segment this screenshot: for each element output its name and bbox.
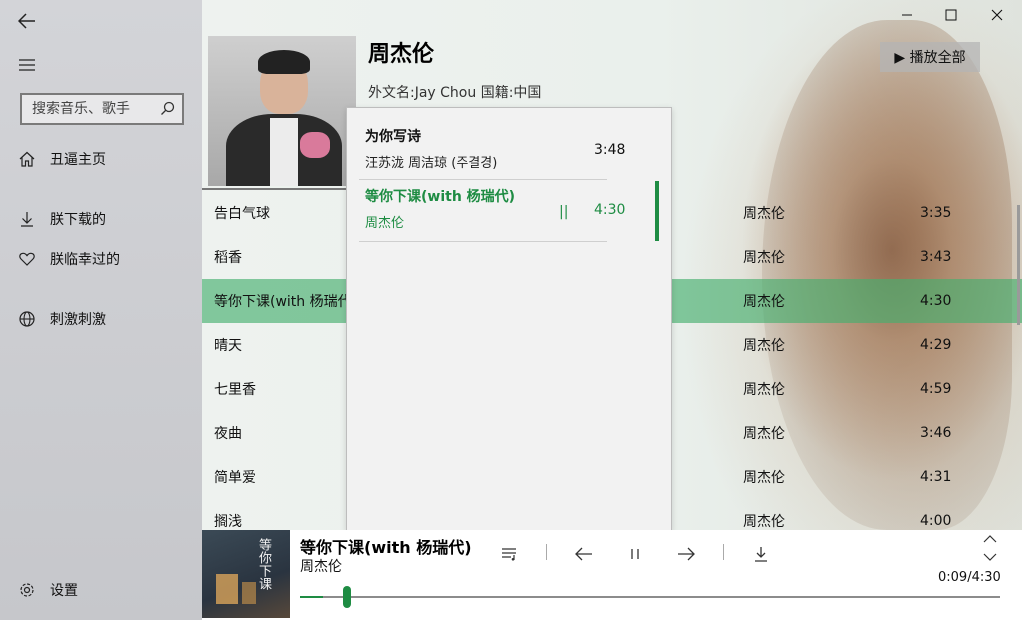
search-box[interactable]: [20, 93, 184, 125]
progress-fill: [300, 596, 323, 598]
hamburger-menu-button[interactable]: [14, 55, 40, 75]
player-bar: 等你下课 等你下课(with 杨瑞代) 周杰伦 0:09/4:30: [202, 530, 1022, 620]
expand-toggle[interactable]: [980, 534, 1000, 562]
artist-photo: [208, 36, 356, 186]
song-artist: 周杰伦: [743, 382, 785, 398]
song-title: 七里香: [214, 382, 256, 398]
minimize-button[interactable]: [884, 0, 930, 30]
download-button[interactable]: [746, 542, 776, 566]
song-duration: 3:43: [920, 249, 952, 265]
nav-item-home[interactable]: 丑逼主页: [0, 139, 202, 179]
chevron-up-icon[interactable]: [983, 534, 997, 543]
queue-item-title: 为你写诗: [365, 129, 421, 145]
queue-current-indicator: [655, 181, 659, 241]
nav-label-explore: 刺激刺激: [50, 312, 106, 328]
now-playing-artist: 周杰伦: [300, 559, 342, 575]
queue-item-artist: 周杰伦: [365, 216, 405, 231]
song-artist: 周杰伦: [743, 426, 785, 442]
nav-label-downloads: 朕下载的: [50, 212, 106, 228]
song-duration: 4:31: [920, 469, 952, 485]
nav-item-favorites[interactable]: 朕临幸过的: [0, 239, 202, 279]
queue-item-artist: 汪苏泷 周洁琼 (주결경): [365, 156, 498, 171]
hamburger-icon: [19, 59, 35, 71]
playlist-button[interactable]: [495, 542, 525, 566]
previous-arrow-icon: [575, 547, 592, 561]
back-arrow-icon: [18, 13, 35, 29]
queue-item-current[interactable]: 等你下课(with 杨瑞代) 周杰伦 4:30: [359, 180, 625, 242]
control-separator: [723, 544, 724, 560]
back-button[interactable]: [14, 9, 40, 33]
song-duration: 3:46: [920, 425, 952, 441]
nav-item-settings[interactable]: 设置: [0, 570, 202, 610]
artist-info: 外文名:Jay Chou 国籍:中国: [368, 85, 542, 101]
song-artist: 周杰伦: [743, 514, 785, 530]
song-title: 夜曲: [214, 426, 242, 442]
song-title: 晴天: [214, 338, 242, 354]
playback-time: 0:09/4:30: [938, 570, 1001, 585]
song-duration: 4:29: [920, 337, 952, 353]
progress-slider[interactable]: [300, 586, 1000, 608]
search-input[interactable]: [32, 101, 156, 117]
play-all-button[interactable]: ▶ 播放全部: [880, 42, 980, 72]
heart-icon: [18, 250, 36, 268]
nav-label-home: 丑逼主页: [50, 152, 106, 168]
chevron-down-icon[interactable]: [983, 553, 997, 562]
song-list-scrollbar[interactable]: [1017, 205, 1020, 325]
progress-thumb[interactable]: [343, 586, 351, 608]
nav-label-favorites: 朕临幸过的: [50, 252, 120, 268]
queue-item-title: 等你下课(with 杨瑞代): [365, 189, 516, 205]
song-title: 等你下课(with 杨瑞代: [214, 294, 352, 310]
song-title: 告白气球: [214, 206, 270, 222]
download-icon: [18, 210, 36, 228]
song-duration: 3:35: [920, 205, 952, 221]
nav-item-downloads[interactable]: 朕下载的: [0, 199, 202, 239]
maximize-icon: [945, 9, 957, 21]
globe-icon: [18, 310, 36, 328]
artist-name: 周杰伦: [368, 42, 435, 67]
song-title: 搁浅: [214, 514, 242, 530]
queue-item-duration: 3:48: [594, 142, 626, 158]
previous-button[interactable]: [569, 542, 599, 566]
queue-pause-icon[interactable]: ||: [559, 204, 568, 220]
gear-icon: [18, 581, 36, 599]
search-icon[interactable]: [160, 101, 176, 121]
song-artist: 周杰伦: [743, 338, 785, 354]
next-arrow-icon: [678, 547, 695, 561]
now-playing-title: 等你下课(with 杨瑞代): [300, 538, 472, 557]
play-queue-popup: 为你写诗 汪苏泷 周洁琼 (주결경) 3:48 等你下课(with 杨瑞代) 周…: [346, 107, 672, 531]
home-icon: [18, 150, 36, 168]
maximize-button[interactable]: [928, 0, 974, 30]
next-button[interactable]: [671, 542, 701, 566]
song-duration: 4:00: [920, 513, 952, 529]
album-cover[interactable]: 等你下课: [202, 530, 290, 618]
pause-icon: [631, 549, 639, 559]
queue-item-duration: 4:30: [594, 202, 626, 218]
minimize-icon: [902, 14, 912, 16]
sidebar: 丑逼主页 朕下载的 朕临幸过的 刺激刺激 设置: [0, 0, 202, 620]
song-title: 稻香: [214, 250, 242, 266]
nav-item-explore[interactable]: 刺激刺激: [0, 299, 202, 339]
control-separator: [546, 544, 547, 560]
queue-item[interactable]: 为你写诗 汪苏泷 周洁琼 (주결경) 3:48: [359, 120, 625, 180]
close-button[interactable]: [974, 0, 1020, 30]
pause-button[interactable]: [620, 542, 650, 566]
album-cover-text: 等你下课: [256, 538, 271, 590]
song-duration: 4:30: [920, 293, 952, 309]
nav-label-settings: 设置: [50, 583, 78, 599]
close-icon: [991, 9, 1003, 21]
song-title: 简单爱: [214, 470, 256, 486]
song-artist: 周杰伦: [743, 470, 785, 486]
song-artist: 周杰伦: [743, 250, 785, 266]
download-icon: [755, 547, 767, 562]
song-artist: 周杰伦: [743, 294, 785, 310]
playlist-icon: [502, 548, 516, 561]
header-divider: [202, 188, 362, 190]
song-duration: 4:59: [920, 381, 952, 397]
song-artist: 周杰伦: [743, 206, 785, 222]
